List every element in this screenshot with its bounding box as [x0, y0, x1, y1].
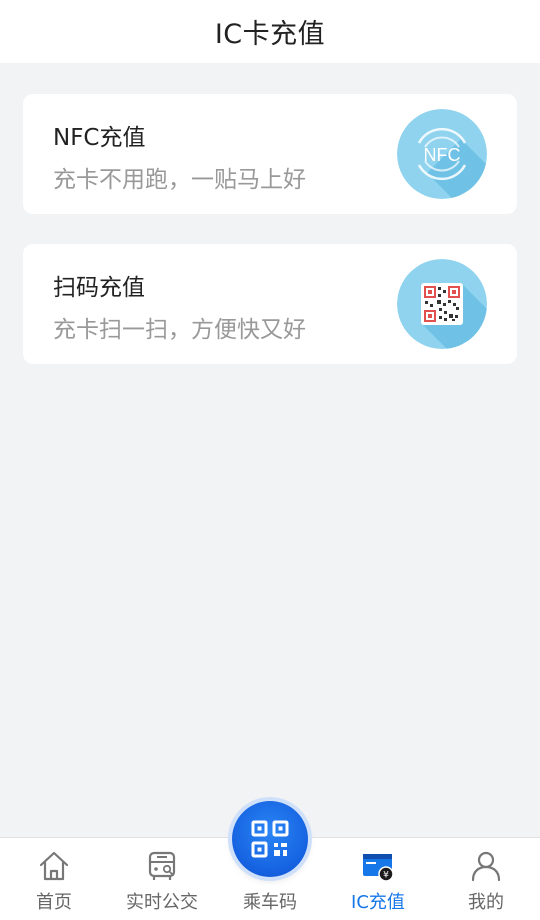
app-header: IC卡充值	[0, 0, 540, 63]
tab-ic-recharge-label: IC充值	[351, 892, 405, 913]
tab-home-label: 首页	[36, 892, 72, 913]
tab-ride-code-label: 乘车码	[243, 892, 297, 913]
tab-home[interactable]: 首页	[0, 838, 108, 920]
nfc-icon-text: NFC	[424, 145, 461, 165]
qr-card-title: 扫码充值	[53, 275, 145, 301]
nfc-card-subtitle: 充卡不用跑，一贴马上好	[53, 167, 306, 193]
nfc-recharge-card[interactable]: NFC充值 充卡不用跑，一贴马上好 NFC	[23, 94, 517, 214]
tab-realtime-bus[interactable]: 实时公交	[108, 838, 216, 920]
card-recharge-icon: ¥	[363, 854, 394, 882]
user-icon	[471, 851, 501, 882]
home-icon	[39, 851, 69, 881]
tab-mine[interactable]: 我的	[432, 838, 540, 920]
qr-card-subtitle: 充卡扫一扫，方便快又好	[53, 317, 306, 343]
qr-recharge-card[interactable]: 扫码充值 充卡扫一扫，方便快又好	[23, 244, 517, 364]
tab-ic-recharge[interactable]: ¥ IC充值	[324, 838, 432, 920]
page-title: IC卡充值	[214, 19, 326, 50]
qr-code-icon	[251, 820, 289, 858]
qr-code-icon	[397, 259, 487, 349]
nfc-icon: NFC	[397, 109, 487, 199]
tab-mine-label: 我的	[468, 892, 504, 913]
ride-code-button[interactable]	[232, 801, 308, 877]
bus-icon	[148, 851, 176, 880]
tab-realtime-bus-label: 实时公交	[126, 892, 198, 913]
svg-text:¥: ¥	[383, 871, 389, 881]
nfc-card-title: NFC充值	[53, 125, 146, 151]
